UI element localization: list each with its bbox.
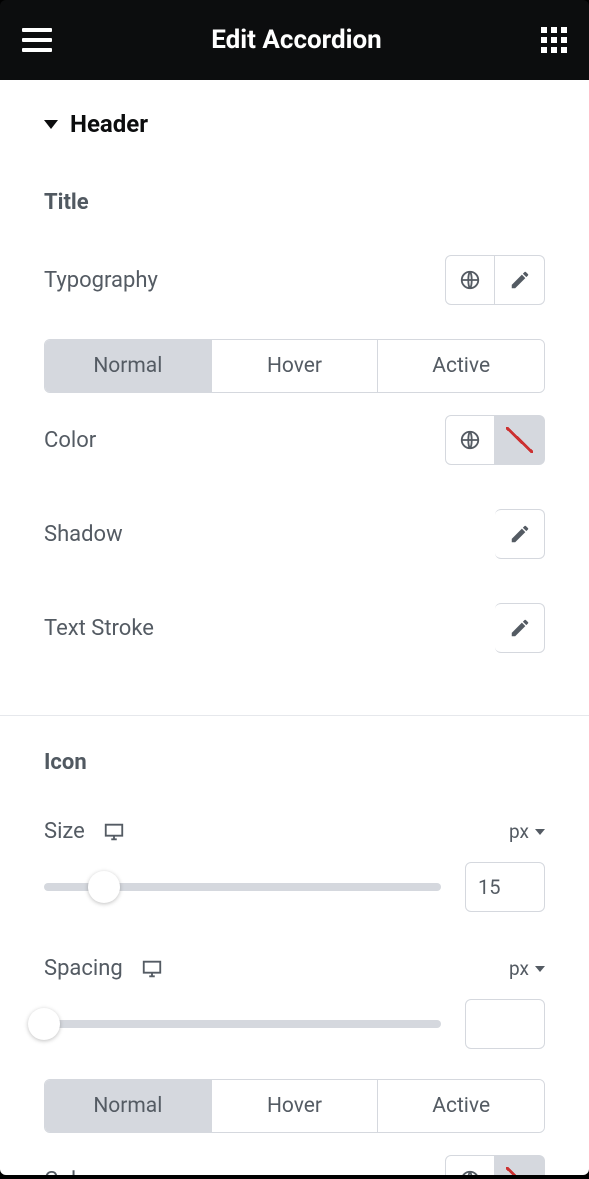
- icon-tab-active[interactable]: Active: [377, 1080, 544, 1132]
- icon-tab-normal[interactable]: Normal: [45, 1080, 211, 1132]
- icon-size-input[interactable]: [465, 862, 545, 912]
- icon-size-label: Size: [44, 819, 85, 844]
- globe-icon: [459, 269, 481, 291]
- text-stroke-edit-button[interactable]: [495, 603, 545, 653]
- icon-size-unit-select[interactable]: px: [509, 820, 545, 843]
- title-group: Title Typography Normal Hover Active Col…: [0, 190, 589, 703]
- typography-edit-button[interactable]: [495, 255, 545, 305]
- title-tab-normal[interactable]: Normal: [45, 340, 211, 392]
- text-stroke-label: Text Stroke: [44, 616, 154, 641]
- no-color-icon: [506, 427, 533, 453]
- text-stroke-row: Text Stroke: [44, 581, 545, 675]
- menu-icon[interactable]: [22, 28, 52, 52]
- apps-grid-icon[interactable]: [541, 27, 567, 53]
- typography-row: Typography: [44, 233, 545, 327]
- icon-spacing-slider-row: [44, 989, 545, 1067]
- panel-body: Header Title Typography Normal Hover Act…: [0, 80, 589, 1175]
- group-divider: [0, 715, 589, 716]
- icon-color-row: Color: [44, 1133, 545, 1175]
- title-group-heading: Title: [44, 190, 545, 215]
- title-color-row: Color: [44, 393, 545, 487]
- icon-size-row: Size px: [44, 793, 545, 852]
- title-color-swatch-none[interactable]: [495, 415, 545, 465]
- globe-icon: [459, 429, 481, 451]
- chevron-down-icon: [535, 829, 545, 835]
- shadow-row: Shadow: [44, 487, 545, 581]
- icon-tab-hover[interactable]: Hover: [211, 1080, 378, 1132]
- desktop-icon[interactable]: [103, 821, 125, 843]
- icon-spacing-label: Spacing: [44, 956, 123, 981]
- panel-header: Edit Accordion: [0, 0, 589, 80]
- icon-color-swatch-none[interactable]: [495, 1155, 545, 1175]
- section-toggle-header[interactable]: Header: [0, 80, 589, 156]
- title-color-globe-button[interactable]: [445, 415, 495, 465]
- pencil-icon: [509, 617, 531, 639]
- title-tab-active[interactable]: Active: [377, 340, 544, 392]
- desktop-icon[interactable]: [141, 958, 163, 980]
- no-color-icon: [506, 1167, 533, 1175]
- shadow-label: Shadow: [44, 522, 123, 547]
- pencil-icon: [509, 523, 531, 545]
- icon-color-controls: [445, 1155, 545, 1175]
- icon-color-globe-button[interactable]: [445, 1155, 495, 1175]
- icon-group-heading: Icon: [44, 750, 545, 775]
- icon-spacing-input[interactable]: [465, 999, 545, 1049]
- chevron-down-icon: [535, 966, 545, 972]
- icon-size-slider-thumb[interactable]: [88, 871, 120, 903]
- typography-label: Typography: [44, 268, 158, 293]
- globe-icon: [459, 1169, 481, 1175]
- icon-size-slider[interactable]: [44, 871, 441, 903]
- icon-spacing-row: Spacing px: [44, 930, 545, 989]
- icon-spacing-unit: px: [509, 957, 529, 980]
- icon-color-label: Color: [44, 1168, 96, 1176]
- title-color-label: Color: [44, 428, 96, 453]
- icon-size-unit: px: [509, 820, 529, 843]
- title-color-controls: [445, 415, 545, 465]
- title-state-tabs: Normal Hover Active: [44, 339, 545, 393]
- icon-spacing-unit-select[interactable]: px: [509, 957, 545, 980]
- typography-controls: [445, 255, 545, 305]
- shadow-edit-button[interactable]: [495, 509, 545, 559]
- title-tab-hover[interactable]: Hover: [211, 340, 378, 392]
- icon-group: Icon Size px Spacing px: [0, 750, 589, 1175]
- icon-state-tabs: Normal Hover Active: [44, 1079, 545, 1133]
- caret-down-icon: [44, 120, 58, 129]
- icon-spacing-slider-thumb[interactable]: [28, 1008, 60, 1040]
- panel-title: Edit Accordion: [211, 25, 381, 55]
- pencil-icon: [509, 269, 531, 291]
- icon-spacing-slider[interactable]: [44, 1008, 441, 1040]
- section-name: Header: [70, 110, 148, 138]
- typography-globe-button[interactable]: [445, 255, 495, 305]
- icon-size-slider-row: [44, 852, 545, 930]
